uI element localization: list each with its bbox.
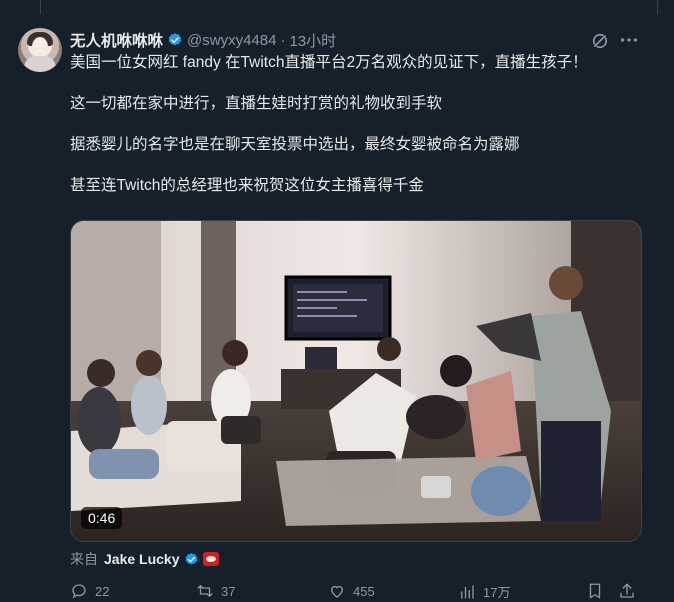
avatar[interactable] [18,28,62,72]
repost-icon [197,585,213,597]
reply-icon [72,584,86,599]
tweet-header: 无人机咻咻咻 @swyxy4484 · 13小时 [70,29,336,51]
tweet-paragraph: 美国一位女网红 fandy 在Twitch直播平台2万名观众的见证下，直播生孩子… [70,54,588,71]
verified-badge-icon [168,33,182,46]
avatar-face [32,37,48,57]
video-player[interactable]: 0:46 [70,220,642,542]
thread-connector [0,0,674,14]
repost-count: 37 [221,583,236,599]
views-button[interactable]: 17万 [458,582,510,601]
grok-icon[interactable] [590,31,610,51]
reply-count: 22 [95,583,110,599]
bookmark-button[interactable] [586,582,611,600]
avatar-body [24,56,56,72]
media-source: 来自 Jake Lucky [70,548,219,570]
tweet-actions: 22 37 455 17万 [70,582,640,602]
user-handle[interactable]: @swyxy4484 [187,32,276,49]
tweet-paragraph: 甚至连Twitch的总经理也来祝贺这位女主播喜得千金 [70,177,424,194]
view-count: 17万 [483,585,511,600]
bookmark-icon [589,583,601,599]
like-icon [331,585,343,598]
timestamp[interactable]: 13小时 [289,30,336,51]
video-thumbnail [71,221,641,541]
display-name[interactable]: 无人机咻咻咻 [70,29,163,51]
share-button[interactable] [618,582,643,600]
like-button[interactable]: 455 [328,582,375,600]
separator-dot: · [280,31,286,49]
like-count: 455 [353,583,375,599]
reply-button[interactable]: 22 [70,582,109,600]
tweet-paragraph: 据悉婴儿的名字也是在聊天室投票中选出，最终女婴被命名为露娜 [70,136,520,153]
tweet-paragraph: 这一切都在家中进行，直播生娃时打赏的礼物收到手软 [70,95,443,112]
repost-button[interactable]: 37 [196,582,235,600]
source-prefix: 来自 [70,551,98,567]
column-border [657,0,658,14]
connector-line [40,0,41,14]
share-icon [620,583,634,598]
verified-badge-icon [185,552,197,565]
views-icon [461,584,474,599]
source-emoji-icon [202,552,219,566]
more-icon[interactable] [618,30,640,50]
tweet-text: 美国一位女网红 fandy 在Twitch直播平台2万名观众的见证下，直播生孩子… [70,52,650,197]
source-account[interactable]: Jake Lucky [104,551,180,567]
video-duration: 0:46 [81,507,123,529]
